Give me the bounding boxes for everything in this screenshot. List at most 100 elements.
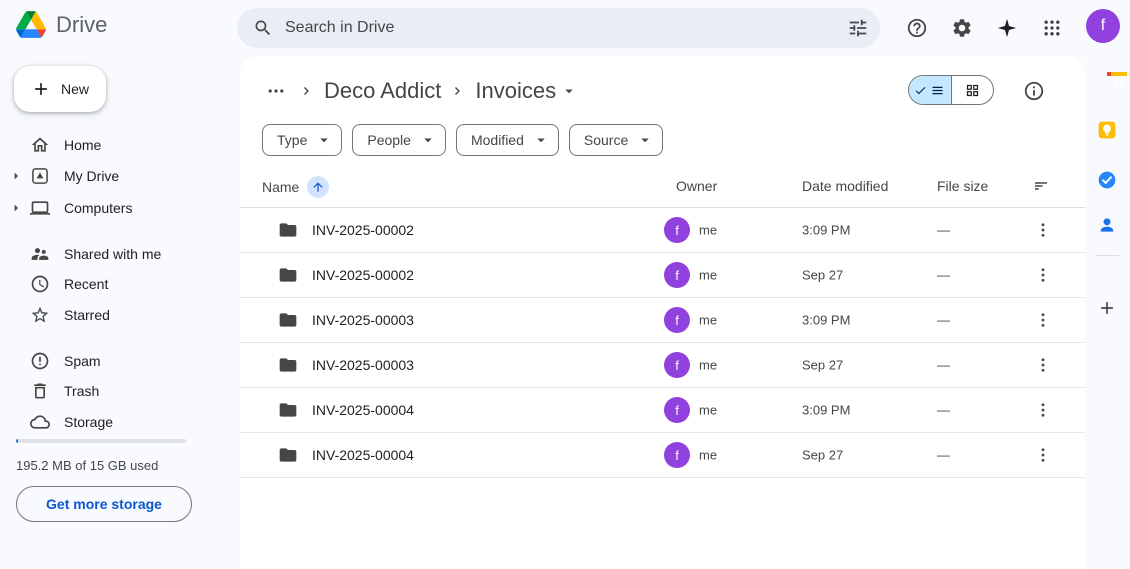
table-row[interactable]: INV-2025-00004 f me Sep 27 —: [240, 433, 1085, 478]
search-bar[interactable]: [237, 8, 880, 48]
table-row[interactable]: INV-2025-00003 f me Sep 27 —: [240, 343, 1085, 388]
table-row[interactable]: INV-2025-00004 f me 3:09 PM —: [240, 388, 1085, 433]
file-size-value: —: [937, 313, 950, 328]
side-panel-divider: [1095, 255, 1119, 256]
filter-chip[interactable]: People: [352, 124, 446, 156]
keep-panel-button[interactable]: [1097, 120, 1117, 140]
date-modified-value: Sep 27: [802, 268, 843, 283]
expand-arrow-icon[interactable]: [8, 200, 24, 216]
tasks-panel-button[interactable]: [1097, 170, 1117, 190]
sidebar-item-starred[interactable]: Starred: [0, 300, 228, 330]
apps-grid-icon: [1042, 18, 1062, 38]
breadcrumb-current-folder[interactable]: Invoices: [475, 78, 578, 104]
file-size-value: —: [937, 448, 950, 463]
file-name: INV-2025-00002: [312, 267, 414, 283]
info-icon: [1023, 80, 1045, 102]
settings-button[interactable]: [950, 16, 974, 40]
gemini-button[interactable]: [995, 16, 1019, 40]
contacts-panel-button[interactable]: [1097, 215, 1117, 235]
expand-arrow-icon[interactable]: [8, 168, 24, 184]
breadcrumb-parent-folder[interactable]: Deco Addict: [324, 78, 441, 104]
clock-icon: [30, 274, 50, 294]
sidebar-item-shared-with-me[interactable]: Shared with me: [0, 239, 228, 269]
sidebar-item-storage[interactable]: Storage: [0, 407, 228, 437]
file-size-column-header[interactable]: File size: [937, 178, 988, 194]
more-actions-button[interactable]: [1031, 308, 1055, 332]
sort-icon: [1032, 177, 1050, 195]
grid-view-button[interactable]: [952, 76, 994, 104]
details-info-button[interactable]: [1023, 80, 1045, 102]
sort-options-button[interactable]: [1032, 177, 1050, 195]
owner-label: me: [699, 358, 717, 373]
more-vert-icon: [1034, 311, 1052, 329]
table-row[interactable]: INV-2025-00002 f me 3:09 PM —: [240, 208, 1085, 253]
filter-chips: Type People Modified Source: [262, 124, 663, 156]
sidebar-item-home[interactable]: Home: [0, 130, 228, 160]
file-size-value: —: [937, 223, 950, 238]
sidebar-item-computers[interactable]: Computers: [0, 193, 228, 223]
add-panel-button[interactable]: [1097, 298, 1117, 318]
sidebar-item-spam[interactable]: Spam: [0, 346, 228, 376]
breadcrumb-more-button[interactable]: [262, 77, 290, 105]
side-panel-rail: 31: [1085, 56, 1130, 569]
google-tasks-icon: [1097, 170, 1117, 190]
sidebar-item-trash[interactable]: Trash: [0, 376, 228, 406]
search-icon: [253, 18, 273, 38]
filter-chip[interactable]: Source: [569, 124, 663, 156]
my-drive-icon: [30, 166, 50, 186]
drive-brand[interactable]: Drive: [16, 11, 107, 38]
list-view-button[interactable]: [909, 76, 952, 104]
owner-avatar: f: [664, 442, 690, 468]
storage-progressbar: [16, 439, 186, 443]
new-button[interactable]: New: [14, 66, 106, 112]
calendar-panel-button[interactable]: 31: [1097, 66, 1117, 86]
plus-icon: [1097, 298, 1117, 318]
storage-used-fill: [16, 439, 18, 443]
google-keep-icon: [1097, 120, 1117, 140]
more-actions-button[interactable]: [1031, 443, 1055, 467]
chevron-down-icon: [532, 131, 550, 149]
folder-dropdown-icon: [560, 82, 578, 100]
date-modified-value: 3:09 PM: [802, 223, 850, 238]
name-column-header[interactable]: Name: [262, 176, 329, 198]
storage-usage-text: 195.2 MB of 15 GB used: [16, 458, 158, 473]
owner-avatar: f: [664, 262, 690, 288]
tune-icon: [847, 17, 869, 39]
more-actions-button[interactable]: [1031, 353, 1055, 377]
date-modified-column-header[interactable]: Date modified: [802, 178, 888, 194]
search-input[interactable]: [285, 19, 846, 37]
table-row[interactable]: INV-2025-00002 f me Sep 27 —: [240, 253, 1085, 298]
owner-label: me: [699, 223, 717, 238]
account-avatar[interactable]: f: [1086, 9, 1120, 43]
spam-icon: [30, 351, 50, 371]
file-name: INV-2025-00003: [312, 312, 414, 328]
grid-view-icon: [965, 83, 980, 98]
more-actions-button[interactable]: [1031, 398, 1055, 422]
sidebar-item-recent[interactable]: Recent: [0, 269, 228, 299]
more-horiz-icon: [266, 81, 286, 101]
more-actions-button[interactable]: [1031, 218, 1055, 242]
folder-icon: [278, 265, 298, 285]
date-modified-value: Sep 27: [802, 448, 843, 463]
drive-logo-icon: [16, 11, 46, 38]
more-actions-button[interactable]: [1031, 263, 1055, 287]
help-icon: [906, 17, 928, 39]
chevron-down-icon: [636, 131, 654, 149]
get-more-storage-button[interactable]: Get more storage: [16, 486, 192, 522]
folder-icon: [278, 445, 298, 465]
owner-column-header[interactable]: Owner: [676, 178, 717, 194]
owner-label: me: [699, 313, 717, 328]
sidebar-item-my-drive[interactable]: My Drive: [0, 161, 228, 191]
search-options-button[interactable]: [846, 16, 870, 40]
apps-grid-button[interactable]: [1040, 16, 1064, 40]
filter-chip[interactable]: Type: [262, 124, 342, 156]
date-modified-value: 3:09 PM: [802, 403, 850, 418]
view-toggle: [908, 75, 994, 105]
filter-chip[interactable]: Modified: [456, 124, 559, 156]
star-icon: [30, 305, 50, 325]
owner-avatar: f: [664, 217, 690, 243]
help-button[interactable]: [905, 16, 929, 40]
more-vert-icon: [1034, 356, 1052, 374]
folder-icon: [278, 355, 298, 375]
table-row[interactable]: INV-2025-00003 f me 3:09 PM —: [240, 298, 1085, 343]
